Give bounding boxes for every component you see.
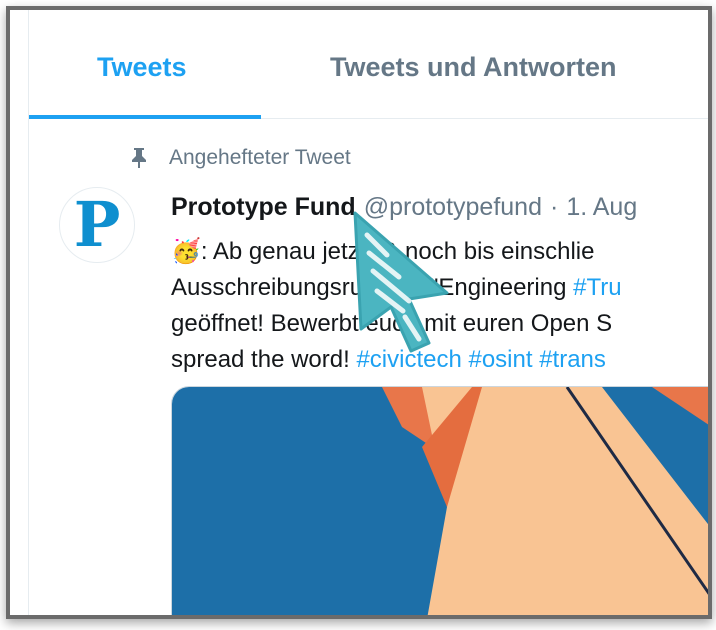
tweet-media-image[interactable]	[171, 386, 708, 615]
hashtag-link[interactable]: #osint	[468, 346, 532, 373]
active-tab-indicator	[29, 115, 261, 119]
tab-tweets-label: Tweets	[97, 52, 187, 82]
tab-tweets-and-replies[interactable]: Tweets und Antworten	[261, 10, 701, 118]
tab-tweets[interactable]: Tweets	[29, 10, 261, 119]
mouse-cursor-icon	[353, 211, 449, 353]
hashtag-link[interactable]: #trans	[539, 346, 606, 373]
illustration	[172, 387, 708, 615]
header-separator: ·	[550, 193, 559, 221]
tweet-date[interactable]: 1. Aug	[566, 193, 637, 221]
profile-tabs: Tweets Tweets und Antworten	[29, 10, 708, 119]
hashtag-link[interactable]: #Tru	[573, 274, 621, 301]
avatar-logo: P	[73, 188, 121, 261]
profile-timeline: Tweets Tweets und Antworten Angehefteter…	[28, 10, 708, 615]
author-name[interactable]: Prototype Fund	[171, 193, 356, 221]
screenshot-frame: Tweets Tweets und Antworten Angehefteter…	[6, 6, 712, 619]
pin-icon	[132, 148, 146, 168]
party-emoji-icon: 🥳	[171, 237, 201, 265]
avatar[interactable]: P	[59, 187, 135, 263]
tweet-line-4-text: spread the word!	[171, 346, 357, 373]
pinned-label: Angehefteter Tweet	[169, 146, 351, 169]
tab-replies-label: Tweets und Antworten	[330, 52, 617, 82]
